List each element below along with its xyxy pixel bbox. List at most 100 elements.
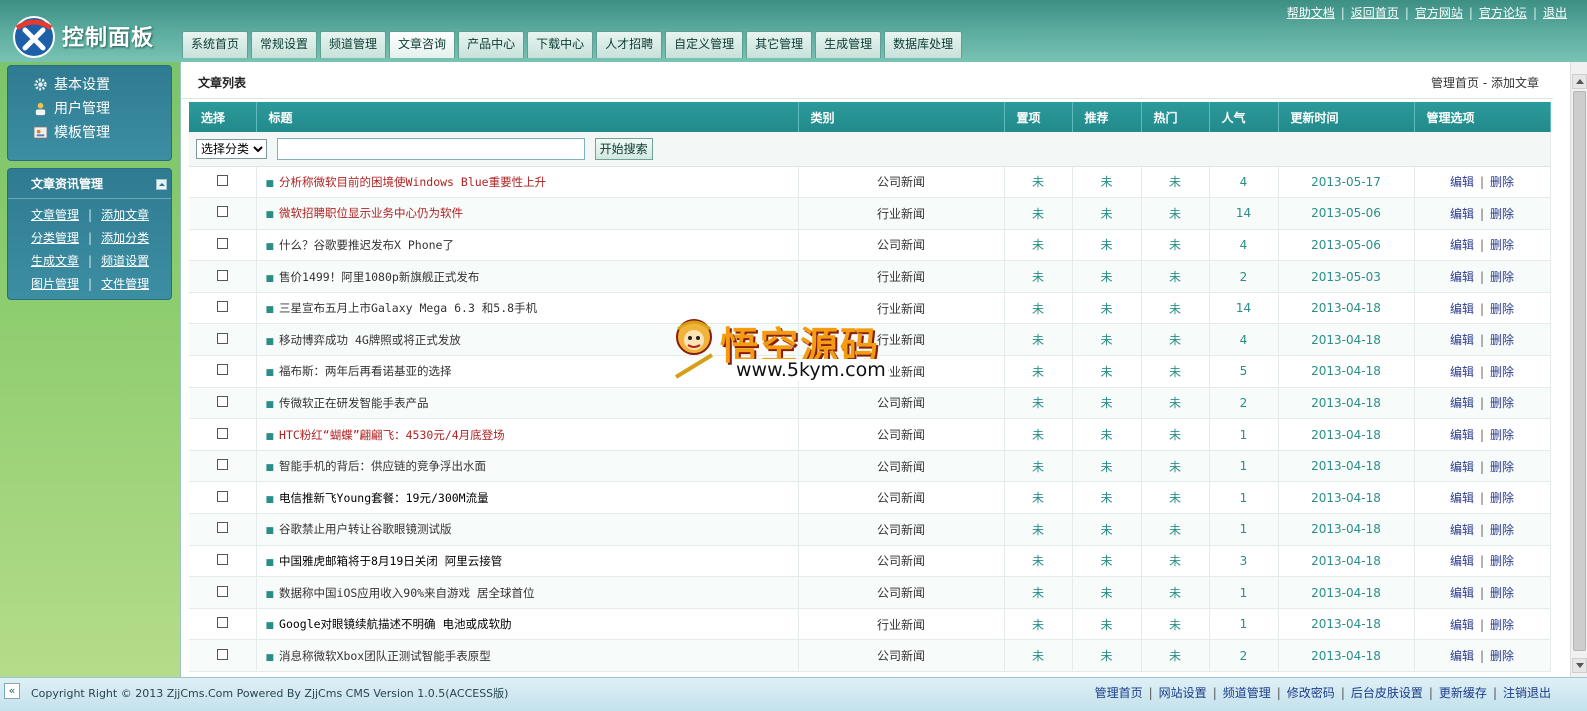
top-flag-cell[interactable]: 未 — [1004, 481, 1073, 515]
hot-flag-cell[interactable]: 未 — [1141, 323, 1210, 357]
recommend-flag-cell[interactable]: 未 — [1072, 639, 1142, 672]
sidebar-item-article-manage[interactable]: 文章管理 — [31, 206, 79, 223]
article-title-link[interactable]: 数据称中国iOS应用收入90%来自游戏 居全球首位 — [279, 586, 534, 600]
edit-link[interactable]: 编辑 — [1450, 175, 1474, 189]
tab-generate-management[interactable]: 生成管理 — [815, 31, 882, 58]
top-flag-cell[interactable]: 未 — [1004, 355, 1073, 388]
logout-link[interactable]: 退出 — [1537, 4, 1573, 21]
article-title-link[interactable]: 移动博弈成功 4G牌照或将正式发放 — [279, 333, 461, 347]
edit-link[interactable]: 编辑 — [1450, 618, 1474, 632]
recommend-flag-cell[interactable]: 未 — [1072, 166, 1142, 199]
breadcrumb-home-link[interactable]: 管理首页 — [1431, 76, 1479, 90]
hot-flag-cell[interactable]: 未 — [1141, 197, 1210, 230]
footer-skin-settings-link[interactable]: 后台皮肤设置 — [1345, 684, 1429, 701]
article-title-link[interactable]: 电信推新飞Young套餐：19元/300M流量 — [279, 491, 489, 505]
article-title-link[interactable]: 微软招聘职位显示业务中心仍为软件 — [279, 206, 463, 220]
row-checkbox[interactable] — [216, 174, 228, 186]
recommend-flag-cell[interactable]: 未 — [1072, 260, 1142, 293]
top-flag-cell[interactable]: 未 — [1004, 387, 1073, 420]
tab-product-center[interactable]: 产品中心 — [458, 31, 525, 58]
footer-site-settings-link[interactable]: 网站设置 — [1153, 684, 1213, 701]
back-home-link[interactable]: 返回首页 — [1345, 4, 1405, 21]
top-flag-cell[interactable]: 未 — [1004, 513, 1073, 546]
hot-flag-cell[interactable]: 未 — [1141, 387, 1210, 420]
hot-flag-cell[interactable]: 未 — [1141, 166, 1210, 199]
footer-change-password-link[interactable]: 修改密码 — [1281, 684, 1341, 701]
article-title-link[interactable]: 消息称微软Xbox团队正测试智能手表原型 — [279, 649, 491, 663]
delete-link[interactable]: 删除 — [1490, 523, 1514, 537]
row-checkbox[interactable] — [216, 364, 228, 376]
hot-flag-cell[interactable]: 未 — [1141, 608, 1210, 641]
edit-link[interactable]: 编辑 — [1450, 554, 1474, 568]
hot-flag-cell[interactable]: 未 — [1141, 418, 1210, 451]
menu-user-management[interactable]: 用户管理 — [32, 96, 171, 120]
recommend-flag-cell[interactable]: 未 — [1072, 323, 1142, 357]
row-checkbox[interactable] — [216, 490, 228, 502]
delete-link[interactable]: 删除 — [1490, 396, 1514, 410]
breadcrumb-add-article-link[interactable]: 添加文章 — [1491, 76, 1539, 90]
hot-flag-cell[interactable]: 未 — [1141, 639, 1210, 672]
edit-link[interactable]: 编辑 — [1450, 207, 1474, 221]
scroll-up-icon[interactable] — [1572, 74, 1587, 89]
top-flag-cell[interactable]: 未 — [1004, 450, 1073, 483]
article-title-link[interactable]: Google对眼镜续航描述不明确 电池或成软肋 — [279, 617, 511, 631]
search-input[interactable] — [276, 137, 585, 160]
sidebar-item-add-category[interactable]: 添加分类 — [101, 229, 149, 246]
row-checkbox[interactable] — [216, 301, 228, 313]
edit-link[interactable]: 编辑 — [1450, 238, 1474, 252]
search-button[interactable]: 开始搜索 — [594, 137, 653, 160]
hot-flag-cell[interactable]: 未 — [1141, 260, 1210, 293]
vertical-scrollbar[interactable] — [1570, 62, 1587, 677]
row-checkbox[interactable] — [216, 617, 228, 629]
top-flag-cell[interactable]: 未 — [1004, 166, 1073, 199]
recommend-flag-cell[interactable]: 未 — [1072, 229, 1142, 262]
delete-link[interactable]: 删除 — [1490, 175, 1514, 189]
delete-link[interactable]: 删除 — [1490, 649, 1514, 663]
help-docs-link[interactable]: 帮助文档 — [1281, 4, 1341, 21]
article-title-link[interactable]: 智能手机的背后：供应链的竞争浮出水面 — [279, 459, 486, 473]
article-title-link[interactable]: 传微软正在研发智能手表产品 — [279, 396, 429, 410]
edit-link[interactable]: 编辑 — [1450, 649, 1474, 663]
hot-flag-cell[interactable]: 未 — [1141, 545, 1210, 578]
delete-link[interactable]: 删除 — [1490, 428, 1514, 442]
delete-link[interactable]: 删除 — [1490, 302, 1514, 316]
delete-link[interactable]: 删除 — [1490, 491, 1514, 505]
hot-flag-cell[interactable]: 未 — [1141, 292, 1210, 325]
recommend-flag-cell[interactable]: 未 — [1072, 418, 1142, 451]
row-checkbox[interactable] — [216, 332, 228, 344]
recommend-flag-cell[interactable]: 未 — [1072, 387, 1142, 420]
delete-link[interactable]: 删除 — [1490, 618, 1514, 632]
tab-custom-management[interactable]: 自定义管理 — [665, 31, 744, 58]
sidebar-item-channel-settings[interactable]: 频道设置 — [101, 252, 149, 269]
sidebar-item-generate-articles[interactable]: 生成文章 — [31, 252, 79, 269]
hot-flag-cell[interactable]: 未 — [1141, 355, 1210, 388]
row-checkbox[interactable] — [216, 459, 228, 471]
delete-link[interactable]: 删除 — [1490, 365, 1514, 379]
top-flag-cell[interactable]: 未 — [1004, 418, 1073, 451]
top-flag-cell[interactable]: 未 — [1004, 323, 1073, 357]
row-checkbox[interactable] — [216, 269, 228, 281]
edit-link[interactable]: 编辑 — [1450, 270, 1474, 284]
sidebar-toggle-icon[interactable]: « — [4, 683, 20, 699]
footer-admin-home-link[interactable]: 管理首页 — [1089, 684, 1149, 701]
tab-general-settings[interactable]: 常规设置 — [251, 31, 318, 58]
hot-flag-cell[interactable]: 未 — [1141, 229, 1210, 262]
top-flag-cell[interactable]: 未 — [1004, 260, 1073, 293]
row-checkbox[interactable] — [216, 206, 228, 218]
delete-link[interactable]: 删除 — [1490, 460, 1514, 474]
scroll-thumb[interactable] — [1573, 91, 1586, 651]
tab-database[interactable]: 数据库处理 — [884, 31, 963, 58]
tab-article-news[interactable]: 文章咨询 — [389, 31, 456, 58]
sidebar-item-image-manage[interactable]: 图片管理 — [31, 275, 79, 292]
top-flag-cell[interactable]: 未 — [1004, 639, 1073, 672]
top-flag-cell[interactable]: 未 — [1004, 576, 1073, 609]
delete-link[interactable]: 删除 — [1490, 270, 1514, 284]
row-checkbox[interactable] — [216, 237, 228, 249]
delete-link[interactable]: 删除 — [1490, 207, 1514, 221]
delete-link[interactable]: 删除 — [1490, 238, 1514, 252]
category-select[interactable]: 选择分类 — [196, 139, 267, 160]
recommend-flag-cell[interactable]: 未 — [1072, 576, 1142, 609]
edit-link[interactable]: 编辑 — [1450, 396, 1474, 410]
tab-other-management[interactable]: 其它管理 — [746, 31, 813, 58]
edit-link[interactable]: 编辑 — [1450, 365, 1474, 379]
